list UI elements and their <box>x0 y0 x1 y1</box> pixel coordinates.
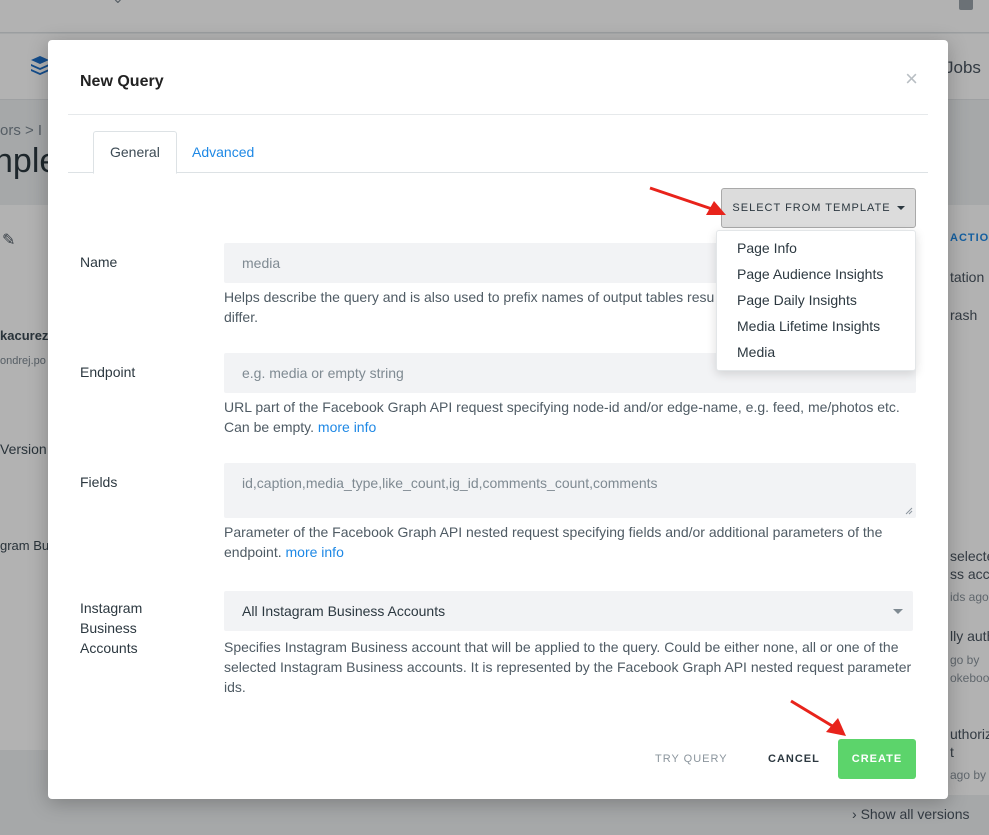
cancel-button[interactable]: CANCEL <box>768 753 820 765</box>
try-query-button[interactable]: TRY QUERY <box>655 753 728 765</box>
endpoint-help-text: URL part of the Facebook Graph API reque… <box>224 397 916 437</box>
accounts-label-line: Business <box>80 620 137 636</box>
resize-handle-icon[interactable] <box>905 507 913 515</box>
template-option-page-info[interactable]: Page Info <box>717 235 915 261</box>
new-query-modal: New Query × General Advanced SELECT FROM… <box>48 40 948 799</box>
accounts-select[interactable]: All Instagram Business Accounts <box>224 591 913 631</box>
close-icon[interactable]: × <box>905 68 918 90</box>
divider <box>68 114 928 115</box>
select-from-template-button[interactable]: SELECT FROM TEMPLATE <box>721 188 916 228</box>
accounts-label-line: Instagram <box>80 600 143 616</box>
template-option-media[interactable]: Media <box>717 339 915 365</box>
annotation-arrow-icon <box>790 699 846 736</box>
create-button[interactable]: CREATE <box>838 739 916 779</box>
caret-down-icon <box>893 609 903 614</box>
accounts-label-line: Accounts <box>80 640 138 656</box>
tab-general[interactable]: General <box>93 131 177 174</box>
fields-value: id,caption,media_type,like_count,ig_id,c… <box>242 475 658 491</box>
name-help-line1: Helps describe the query and is also use… <box>224 289 714 305</box>
accounts-selected-value: All Instagram Business Accounts <box>242 603 446 619</box>
fields-help-text: Parameter of the Facebook Graph API nest… <box>224 522 916 562</box>
template-option-page-daily-insights[interactable]: Page Daily Insights <box>717 287 915 313</box>
fields-label: Fields <box>80 474 118 490</box>
accounts-label: Instagram Business Accounts <box>80 598 142 658</box>
tab-bar: General Advanced <box>68 130 928 174</box>
template-button-label: SELECT FROM TEMPLATE <box>732 202 891 214</box>
template-option-page-audience-insights[interactable]: Page Audience Insights <box>717 261 915 287</box>
endpoint-more-info-link[interactable]: more info <box>318 419 376 435</box>
name-label: Name <box>80 254 118 270</box>
accounts-help-text: Specifies Instagram Business account tha… <box>224 639 912 695</box>
template-dropdown-menu: Page Info Page Audience Insights Page Da… <box>716 230 916 371</box>
fields-more-info-link[interactable]: more info <box>286 544 344 560</box>
caret-down-icon <box>896 206 905 210</box>
annotation-arrow-icon <box>649 186 726 215</box>
endpoint-label: Endpoint <box>80 364 136 380</box>
template-option-media-lifetime-insights[interactable]: Media Lifetime Insights <box>717 313 915 339</box>
tab-advanced[interactable]: Advanced <box>175 131 271 174</box>
fields-textarea[interactable]: id,caption,media_type,like_count,ig_id,c… <box>224 463 916 518</box>
modal-title: New Query <box>80 73 164 90</box>
